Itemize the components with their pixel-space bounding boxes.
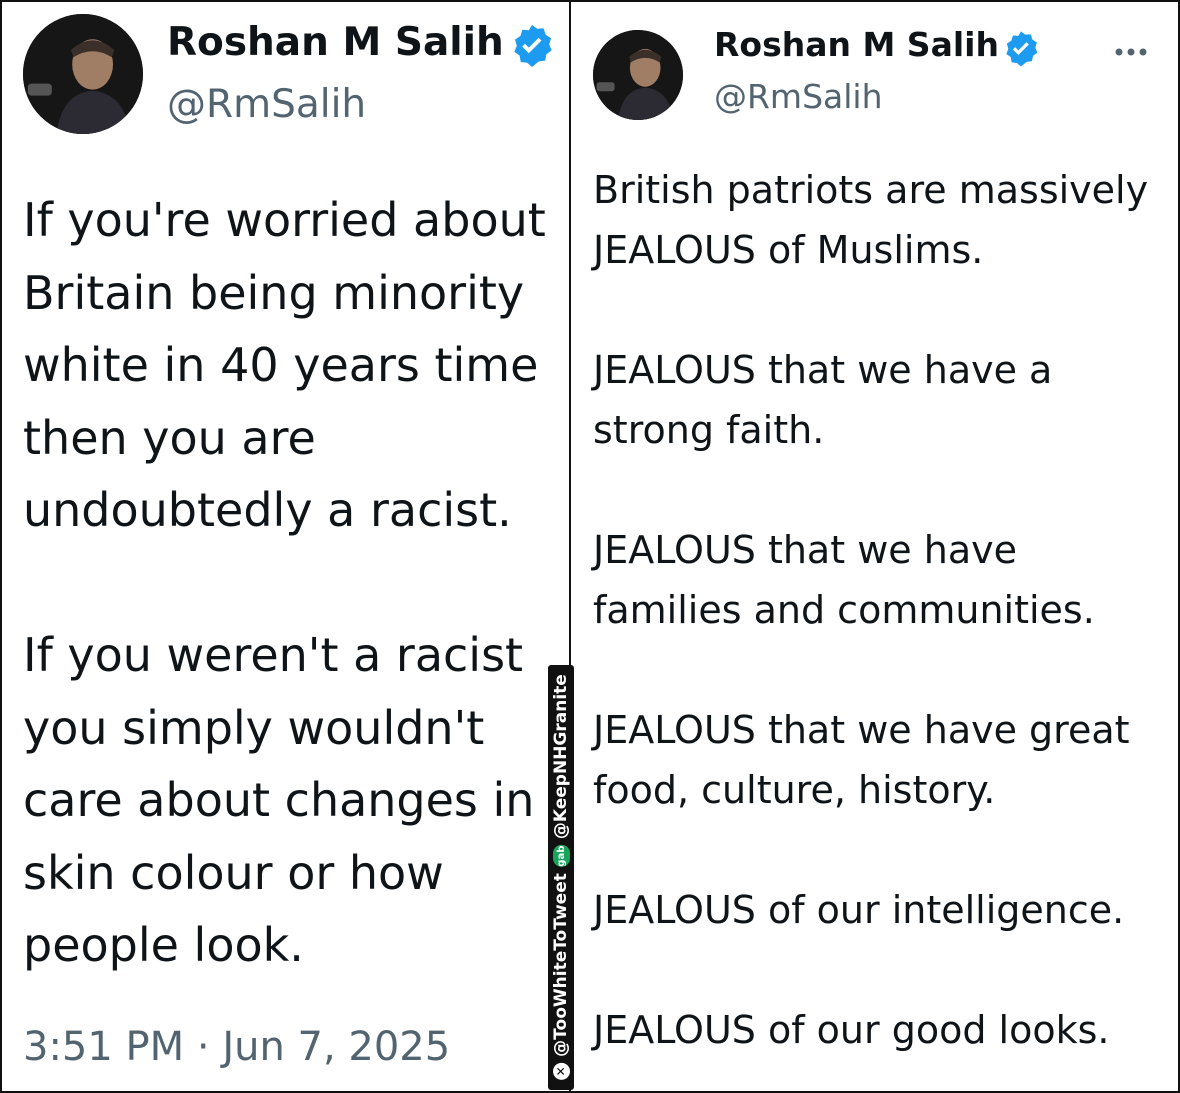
tweet-card-left: Roshan M Salih @RmSalih If you're worrie… <box>0 0 571 1093</box>
avatar[interactable] <box>593 30 683 120</box>
tweet-card-right: Roshan M Salih @RmSalih British patriots… <box>569 0 1180 1093</box>
avatar[interactable] <box>23 14 143 134</box>
watermark-gab-handle: @KeepNHGranite <box>551 674 571 840</box>
tweet-text: British patriots are massively JEALOUS o… <box>593 168 1149 1052</box>
verified-badge-icon <box>514 25 552 67</box>
author-name[interactable]: Roshan M Salih <box>714 25 999 64</box>
author-name[interactable]: Roshan M Salih <box>167 20 504 65</box>
watermark: ✕ @TooWhiteToTweet gab @KeepNHGranite <box>548 665 574 1090</box>
author-handle[interactable]: @RmSalih <box>714 77 883 116</box>
more-options-icon[interactable] <box>1111 42 1151 62</box>
watermark-x-handle: @TooWhiteToTweet <box>551 873 571 1057</box>
tweet-timestamp[interactable]: 3:51 PM · Jun 7, 2025 <box>23 1024 450 1070</box>
tweet-text: If you're worried about Britain being mi… <box>23 193 546 972</box>
x-logo-icon: ✕ <box>552 1062 570 1080</box>
gab-logo-icon: gab <box>552 845 570 868</box>
author-handle[interactable]: @RmSalih <box>167 82 366 127</box>
verified-badge-icon <box>1006 31 1038 67</box>
